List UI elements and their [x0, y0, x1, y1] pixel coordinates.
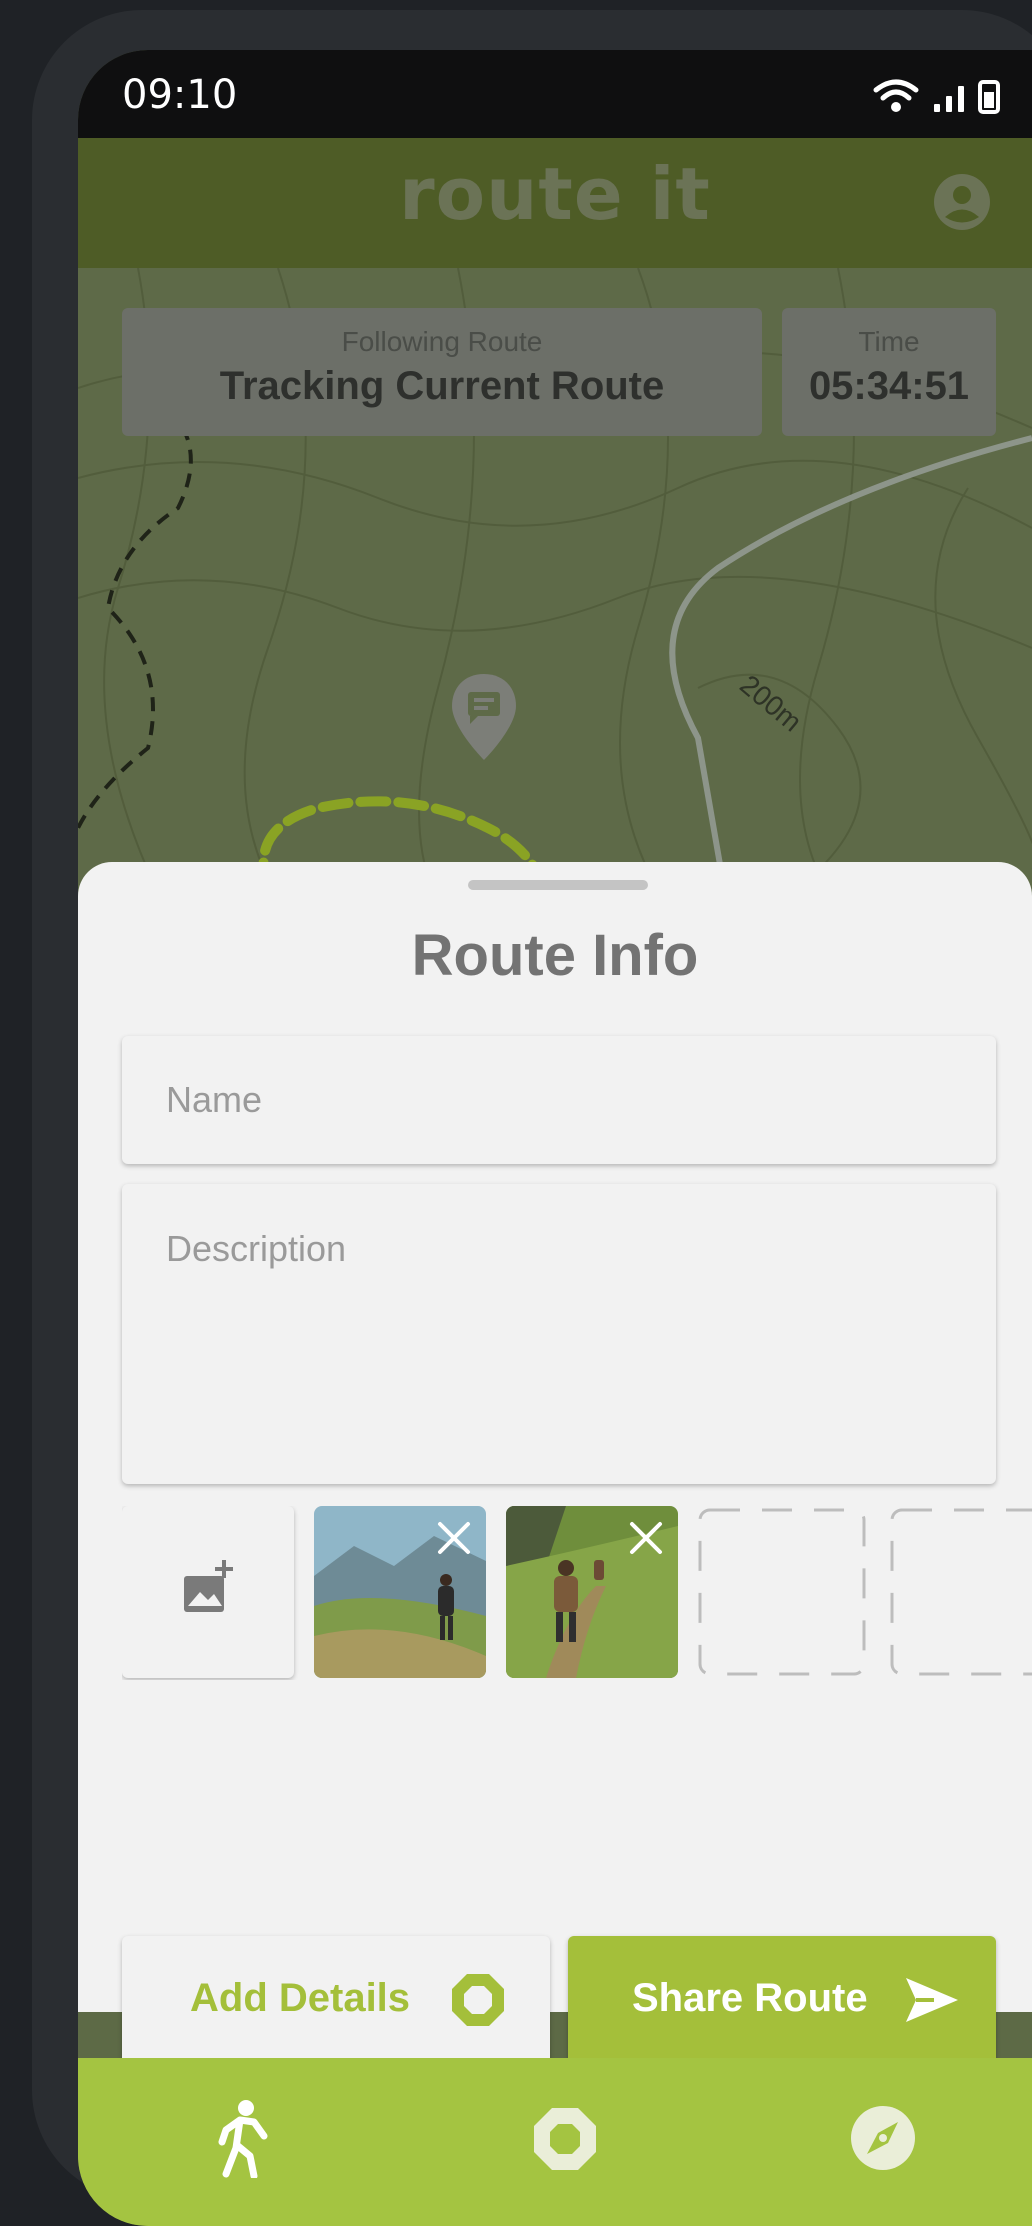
status-bar: 09:10: [78, 50, 1032, 138]
photo-row: [122, 1506, 1032, 1680]
share-route-button[interactable]: Share Route: [568, 1936, 996, 2064]
app-bar: route it: [78, 138, 1032, 268]
signal-icon: [934, 86, 964, 112]
time-card: Time 05:34:51: [782, 308, 996, 436]
time-value: 05:34:51: [808, 364, 970, 408]
description-input[interactable]: [122, 1184, 996, 1484]
send-icon: [906, 1978, 958, 2022]
add-photo-button[interactable]: [122, 1506, 294, 1678]
battery-icon: [978, 80, 1000, 114]
phone-screen: 09:10 route it 200m Following Route Trac…: [78, 50, 1032, 2226]
remove-photo-icon[interactable]: [628, 1520, 664, 1556]
account-circle-icon[interactable]: [932, 172, 992, 232]
octagon-record-icon[interactable]: [530, 2098, 600, 2178]
photo-thumbnail[interactable]: [314, 1506, 486, 1678]
bottom-navigation: [78, 2058, 1032, 2226]
walking-icon[interactable]: [210, 2098, 280, 2178]
time-label: Time: [858, 326, 920, 357]
app-logo: route it: [399, 152, 711, 236]
name-input[interactable]: [122, 1036, 996, 1164]
following-route-value: Tracking Current Route: [219, 364, 665, 408]
sheet-title: Route Info: [411, 923, 699, 988]
following-route-label: Following Route: [341, 326, 543, 357]
wifi-icon: [873, 79, 919, 112]
route-info-sheet: Route Info Name Description Add Details …: [78, 862, 1032, 2064]
status-icons: [873, 79, 1000, 114]
share-route-label: Share Route: [632, 1976, 868, 2020]
contour-label: 200m: [734, 669, 808, 738]
sheet-drag-handle[interactable]: [468, 880, 648, 890]
add-details-button[interactable]: Add Details: [122, 1936, 550, 2064]
compass-icon[interactable]: [848, 2098, 918, 2178]
remove-photo-icon[interactable]: [436, 1520, 472, 1556]
octagon-icon: [452, 1974, 504, 2026]
following-route-card: Following Route Tracking Current Route: [122, 308, 762, 436]
photo-thumbnail[interactable]: [506, 1506, 678, 1678]
empty-photo-slot[interactable]: [890, 1508, 1032, 1676]
add-photo-icon: [184, 1560, 233, 1612]
add-details-label: Add Details: [190, 1976, 411, 2020]
comment-pin-icon[interactable]: [448, 672, 520, 764]
status-time: 09:10: [122, 72, 238, 118]
empty-photo-slot[interactable]: [698, 1508, 866, 1676]
